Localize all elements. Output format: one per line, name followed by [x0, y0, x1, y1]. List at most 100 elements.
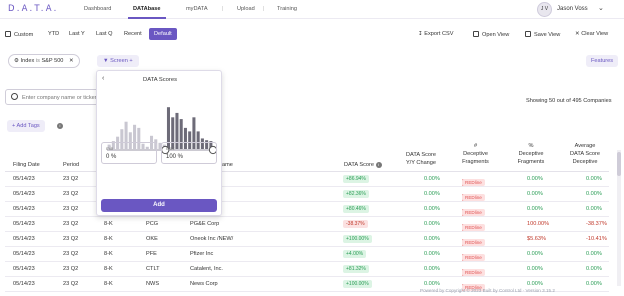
min-label: min — [106, 146, 114, 151]
export-csv-button[interactable]: ↧ Export CSV — [418, 31, 453, 37]
last-quarter-button[interactable]: Last Q — [96, 31, 112, 37]
data-score-popover: ‹ DATA Scores min 0 % max 100 % Add — [96, 70, 222, 216]
add-button[interactable]: Add — [101, 199, 217, 212]
cell-filing-date: 05/14/23 — [13, 176, 35, 182]
cell-ticker[interactable]: PFE — [146, 251, 157, 257]
cell-filing-date: 05/14/23 — [13, 236, 35, 242]
cell-pct-deceptive: 0.00% — [527, 191, 543, 197]
default-button[interactable]: Default — [149, 28, 177, 40]
filter-chip-field: Index — [20, 58, 35, 64]
table-row[interactable]: 05/14/23 23 Q2 8-K PFE Pfizer Inc +4.00% 0.00%… — [5, 247, 609, 262]
max-label: max — [166, 146, 175, 151]
cell-ticker[interactable]: OKE — [146, 236, 158, 242]
save-icon — [525, 31, 531, 37]
cell-data-score: +86.94% — [343, 175, 369, 183]
redline-badge: REDline — [462, 209, 485, 216]
nav-training[interactable]: Training — [277, 6, 297, 12]
clear-view-label: Clear View — [581, 31, 609, 37]
recent-button[interactable]: Recent — [124, 31, 142, 37]
cell-avg-deceptive: 0.00% — [586, 176, 602, 182]
cell-ticker[interactable]: NWS — [146, 281, 159, 287]
nav-separator: | — [222, 6, 224, 12]
redline-badge: REDline — [462, 254, 485, 261]
cell-form: 8-K — [104, 266, 113, 272]
custom-date-button[interactable]: Custom — [5, 31, 33, 38]
redline-badge: REDline — [462, 239, 485, 246]
results-count: Showing 50 out of 495 Companies — [526, 98, 612, 104]
min-field[interactable]: min 0 % — [101, 142, 157, 164]
cell-yy-change: 0.00% — [424, 191, 440, 197]
info-icon[interactable]: i — [57, 123, 63, 129]
cell-company-name[interactable]: Oneok Inc /NEW/ — [190, 236, 233, 242]
cell-company-name[interactable]: PG&E Corp — [190, 221, 219, 227]
add-tags-button[interactable]: + Add Tags — [7, 120, 45, 132]
user-name[interactable]: Jason Voss — [557, 6, 588, 12]
nav-dashboard[interactable]: Dashboard — [84, 6, 111, 12]
filter-chip-value: S&P 500 — [41, 58, 64, 64]
col-deceptive-fragments[interactable]: # Deceptive Fragments — [453, 142, 498, 166]
table-row[interactable]: 05/14/23 23 Q2 8-K CTLT Catalent, Inc. +81.32… — [5, 262, 609, 277]
vertical-scrollbar-thumb[interactable] — [617, 152, 621, 176]
cell-data-score: +4.00% — [343, 250, 367, 258]
redline-badge: REDline — [462, 224, 485, 231]
avg-label-1: Average — [574, 143, 596, 149]
cell-filing-date: 05/14/23 — [13, 266, 35, 272]
nav-mydata[interactable]: myDATA — [186, 6, 208, 12]
cell-yy-change: 0.00% — [424, 266, 440, 272]
col-filing-date[interactable]: Filing Date — [13, 161, 40, 169]
clear-view-button[interactable]: ✕ Clear View — [575, 31, 608, 37]
cell-data-score: +100.00% — [343, 235, 372, 243]
app-logo[interactable]: D.A.T.A. — [8, 4, 58, 14]
cell-company-name[interactable]: News Corp — [190, 281, 218, 287]
folder-icon — [473, 31, 479, 37]
cell-company-name[interactable]: Catalent, Inc. — [190, 266, 223, 272]
ytd-button[interactable]: YTD — [48, 31, 59, 37]
cell-avg-deceptive: 0.00% — [586, 266, 602, 272]
min-value[interactable]: 0 % — [106, 154, 116, 160]
col-yy-change[interactable]: DATA Score Y/Y Change — [396, 151, 446, 167]
cell-avg-deceptive: -38.37% — [586, 221, 607, 227]
table-row[interactable]: 05/14/23 23 Q2 8-K OKE Oneok Inc /NEW/ +100.0… — [5, 232, 609, 247]
pct-label-3: Fragments — [517, 159, 545, 165]
cell-company-name[interactable]: Pfizer Inc — [190, 251, 213, 257]
avg-label-2: DATA Score — [570, 151, 600, 157]
cell-pct-deceptive: 0.00% — [527, 281, 543, 287]
footer-text: Powered by Copyright © 2023 Built by Con… — [420, 288, 555, 293]
max-value[interactable]: 100 % — [166, 154, 183, 160]
cell-period: 23 Q2 — [63, 251, 79, 257]
cell-data-score: +81.32% — [343, 265, 369, 273]
cell-yy-change: 0.00% — [424, 221, 440, 227]
open-view-button[interactable]: Open View — [473, 31, 509, 38]
last-year-button[interactable]: Last Y — [69, 31, 85, 37]
cell-avg-deceptive: 0.00% — [586, 191, 602, 197]
cell-ticker[interactable]: CTLT — [146, 266, 160, 272]
avg-label-3: Deceptive — [572, 159, 598, 165]
nav-upload[interactable]: Upload — [237, 6, 255, 12]
cell-yy-change: 0.00% — [424, 281, 440, 287]
yy-change-label-2: Y/Y Change — [405, 160, 437, 166]
info-icon[interactable]: i — [375, 162, 382, 168]
col-pct-deceptive[interactable]: % Deceptive Fragments — [506, 142, 556, 166]
close-icon[interactable]: ✕ — [69, 58, 74, 64]
screen-button[interactable]: ▼ Screen + — [97, 55, 139, 67]
col-avg-deceptive[interactable]: Average DATA Score Deceptive — [563, 142, 607, 166]
features-button[interactable]: Features — [586, 55, 619, 67]
cell-form: 8-K — [104, 281, 113, 287]
user-avatar[interactable]: J V — [537, 2, 552, 17]
col-data-score[interactable]: DATA Score i — [344, 161, 382, 169]
col-period[interactable]: Period — [63, 161, 79, 169]
yy-change-label-1: DATA Score — [406, 152, 436, 158]
chevron-down-icon[interactable]: ⌄ — [598, 4, 604, 12]
cell-data-score: -38.37% — [343, 220, 368, 228]
max-field[interactable]: max 100 % — [161, 142, 217, 164]
index-filter-chip[interactable]: ⚙ Index is S&P 500 ✕ — [8, 54, 80, 68]
nav-database[interactable]: DATAbase — [133, 6, 160, 12]
cell-avg-deceptive: -10.41% — [586, 236, 607, 242]
cell-form: 8-K — [104, 221, 113, 227]
cell-filing-date: 05/14/23 — [13, 191, 35, 197]
save-view-button[interactable]: Save View — [525, 31, 560, 38]
cell-ticker[interactable]: PCG — [146, 221, 158, 227]
data-score-label: DATA Score — [344, 162, 374, 168]
cell-period: 23 Q2 — [63, 176, 79, 182]
table-row[interactable]: 05/14/23 23 Q2 8-K PCG PG&E Corp -38.37% 0.00%… — [5, 217, 609, 232]
